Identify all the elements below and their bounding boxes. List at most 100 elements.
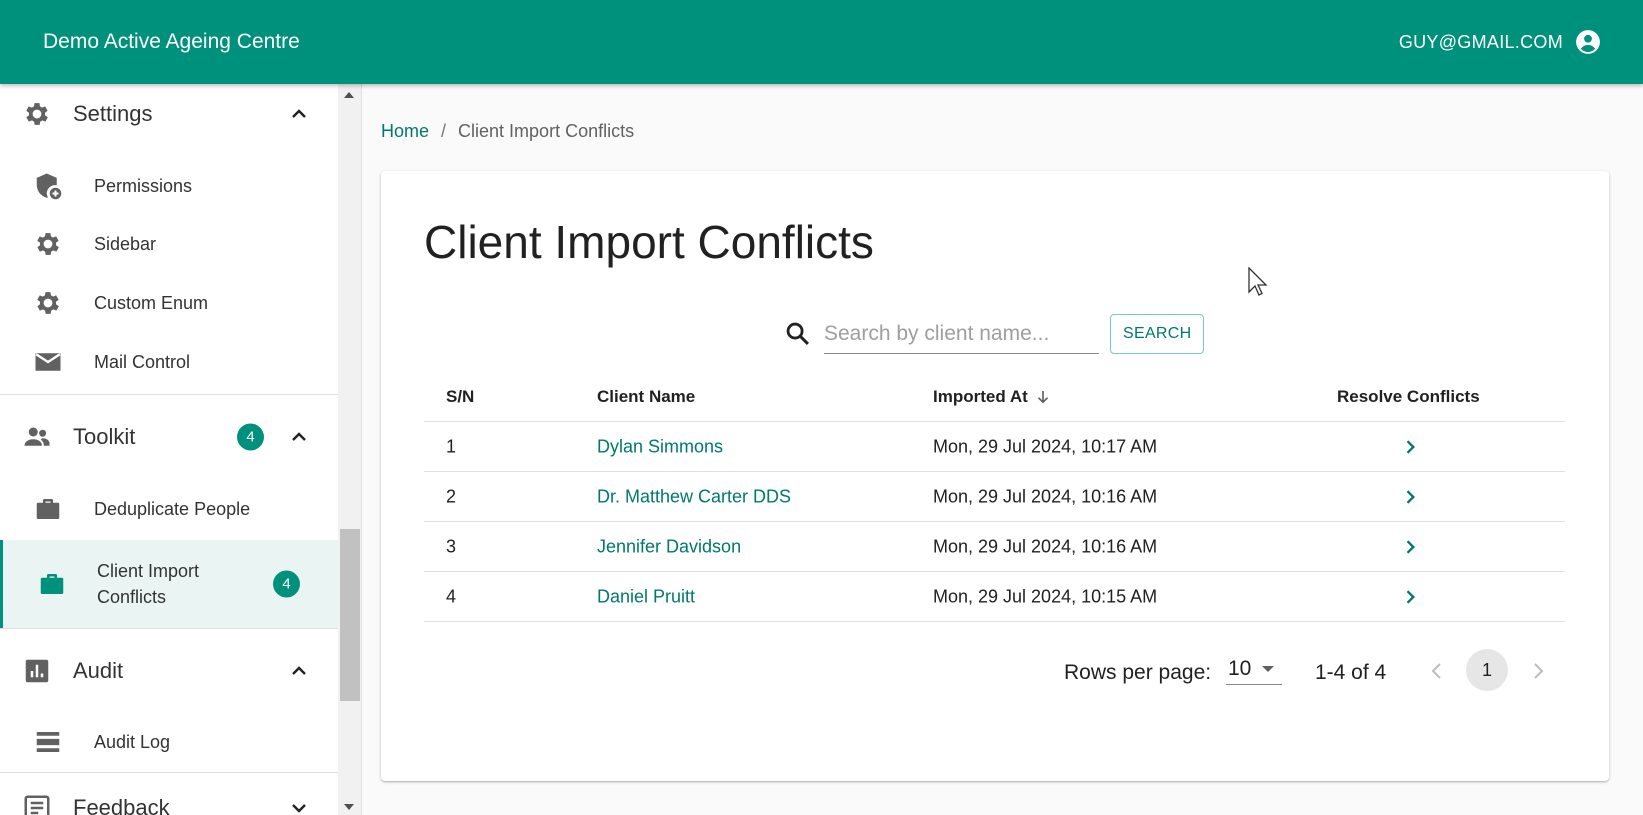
sidebar-item-label: Deduplicate People (94, 498, 251, 519)
account-circle-icon[interactable] (1575, 29, 1601, 55)
scroll-up-arrow-icon[interactable] (344, 92, 354, 98)
chevron-right-icon[interactable] (1400, 487, 1420, 507)
search-field[interactable] (824, 314, 1099, 354)
chevron-down-icon[interactable] (287, 796, 311, 815)
row-sn: 1 (446, 436, 457, 456)
sidebar: Settings Permissions Sidebar Custom Enum… (0, 84, 338, 815)
sidebar-item-mail-control[interactable]: Mail Control (0, 333, 338, 391)
row-imported-at: Mon, 29 Jul 2024, 10:15 AM (933, 586, 1158, 606)
gear-icon (37, 292, 59, 314)
search-button[interactable]: SEARCH (1110, 314, 1205, 354)
row-sn: 3 (446, 536, 457, 556)
header-client-name: Client Name (597, 386, 696, 406)
header-imported-at[interactable]: Imported At (933, 387, 1052, 407)
table-row: 3 Jennifer Davidson Mon, 29 Jul 2024, 10… (424, 522, 1565, 572)
rows-per-page-select[interactable]: 10 (1226, 653, 1282, 685)
table-row: 4 Daniel Pruitt Mon, 29 Jul 2024, 10:15 … (424, 572, 1565, 622)
feedback-icon (24, 795, 50, 815)
gear-icon (37, 233, 59, 255)
table-pagination: Rows per page: 10 1-4 of 4 1 (381, 649, 1609, 693)
row-sn: 2 (446, 486, 457, 506)
notification-badge: 4 (273, 570, 300, 598)
header-imported-at-label: Imported At (933, 386, 1028, 406)
gear-icon (26, 103, 48, 125)
pagination-range: 1-4 of 4 (1315, 661, 1387, 684)
breadcrumb-home-link[interactable]: Home (381, 121, 429, 141)
content-card: Client Import Conflicts SEARCH S/N Clien… (381, 171, 1609, 781)
sidebar-group-toolkit[interactable]: Toolkit 4 (0, 407, 338, 467)
breadcrumb: Home / Client Import Conflicts (381, 121, 634, 142)
table-row: 1 Dylan Simmons Mon, 29 Jul 2024, 10:17 … (424, 422, 1565, 472)
sidebar-group-audit[interactable]: Audit (0, 641, 338, 701)
chevron-right-icon[interactable] (1400, 587, 1420, 607)
breadcrumb-separator: / (441, 121, 447, 141)
sidebar-item-label: Sidebar (94, 233, 157, 254)
people-icon (24, 427, 50, 446)
sidebar-item-sidebar[interactable]: Sidebar (0, 215, 338, 273)
sidebar-group-label: Feedback (73, 795, 170, 815)
sidebar-item-label: Permissions (94, 175, 193, 196)
header-resolve-conflicts: Resolve Conflicts (1337, 386, 1480, 406)
rows-per-page-label: Rows per page: (1064, 661, 1212, 684)
sidebar-divider (0, 394, 338, 395)
row-imported-at: Mon, 29 Jul 2024, 10:17 AM (933, 436, 1158, 456)
sidebar-item-client-import-conflicts[interactable]: Client Import Conflicts 4 (0, 540, 338, 628)
user-email[interactable]: GUY@GMAIL.COM (1399, 32, 1563, 53)
search-input[interactable] (824, 321, 1099, 346)
sidebar-group-label: Settings (73, 101, 153, 126)
chevron-right-icon[interactable] (1526, 659, 1550, 683)
client-name-link[interactable]: Dr. Matthew Carter DDS (597, 486, 791, 507)
chevron-right-icon[interactable] (1400, 437, 1420, 457)
client-name-link[interactable]: Jennifer Davidson (597, 536, 741, 557)
conflicts-table: S/N Client Name Imported At Resolve Conf… (424, 372, 1565, 622)
mouse-cursor-icon (1248, 267, 1268, 296)
admin-shield-icon (36, 173, 62, 200)
breadcrumb-current: Client Import Conflicts (458, 121, 635, 141)
sidebar-item-label: Mail Control (94, 351, 191, 372)
search-bar: SEARCH (784, 314, 1205, 354)
row-imported-at: Mon, 29 Jul 2024, 10:16 AM (933, 536, 1158, 556)
page-number-button[interactable]: 1 (1466, 649, 1508, 691)
user-menu[interactable]: GUY@GMAIL.COM (1399, 29, 1601, 55)
chevron-right-icon[interactable] (1400, 537, 1420, 557)
notification-badge: 4 (237, 423, 264, 451)
sidebar-item-label: Audit Log (94, 731, 171, 752)
sidebar-group-settings[interactable]: Settings (0, 84, 338, 144)
header-sn: S/N (446, 386, 475, 406)
briefcase-icon (40, 574, 64, 594)
table-header-row: S/N Client Name Imported At Resolve Conf… (424, 372, 1565, 422)
client-name-link[interactable]: Daniel Pruitt (597, 586, 695, 607)
chevron-up-icon[interactable] (287, 102, 311, 126)
sidebar-group-label: Toolkit (73, 424, 136, 449)
briefcase-icon (36, 499, 60, 519)
sidebar-item-label: Custom Enum (94, 292, 209, 313)
sidebar-scrollbar[interactable] (338, 84, 362, 815)
sidebar-item-permissions[interactable]: Permissions (0, 157, 338, 215)
scrollbar-thumb[interactable] (340, 529, 360, 701)
row-sn: 4 (446, 586, 457, 606)
sidebar-group-feedback[interactable]: Feedback (0, 778, 338, 815)
row-imported-at: Mon, 29 Jul 2024, 10:16 AM (933, 486, 1158, 506)
app-title[interactable]: Demo Active Ageing Centre (43, 30, 300, 54)
mail-icon (35, 353, 61, 371)
client-name-link[interactable]: Dylan Simmons (597, 436, 723, 457)
sidebar-item-deduplicate-people[interactable]: Deduplicate People (0, 480, 338, 538)
chevron-up-icon[interactable] (287, 425, 311, 449)
bar-chart-icon (25, 659, 49, 683)
sidebar-group-label: Audit (73, 658, 124, 683)
chevron-up-icon[interactable] (287, 659, 311, 683)
table-row: 2 Dr. Matthew Carter DDS Mon, 29 Jul 202… (424, 472, 1565, 522)
app-bar: Demo Active Ageing Centre GUY@GMAIL.COM (0, 0, 1643, 84)
search-icon (786, 322, 809, 345)
rows-per-page-value: 10 (1228, 657, 1252, 680)
scroll-down-arrow-icon[interactable] (344, 804, 354, 810)
list-icon (36, 732, 60, 752)
sidebar-item-audit-log[interactable]: Audit Log (0, 713, 338, 771)
sidebar-item-custom-enum[interactable]: Custom Enum (0, 274, 338, 332)
chevron-left-icon[interactable] (1425, 659, 1449, 683)
page-title: Client Import Conflicts (424, 216, 874, 268)
dropdown-caret-icon (1262, 666, 1274, 672)
sidebar-divider (0, 628, 338, 629)
sidebar-divider (0, 772, 338, 773)
arrow-down-sort-icon[interactable] (1034, 388, 1052, 406)
